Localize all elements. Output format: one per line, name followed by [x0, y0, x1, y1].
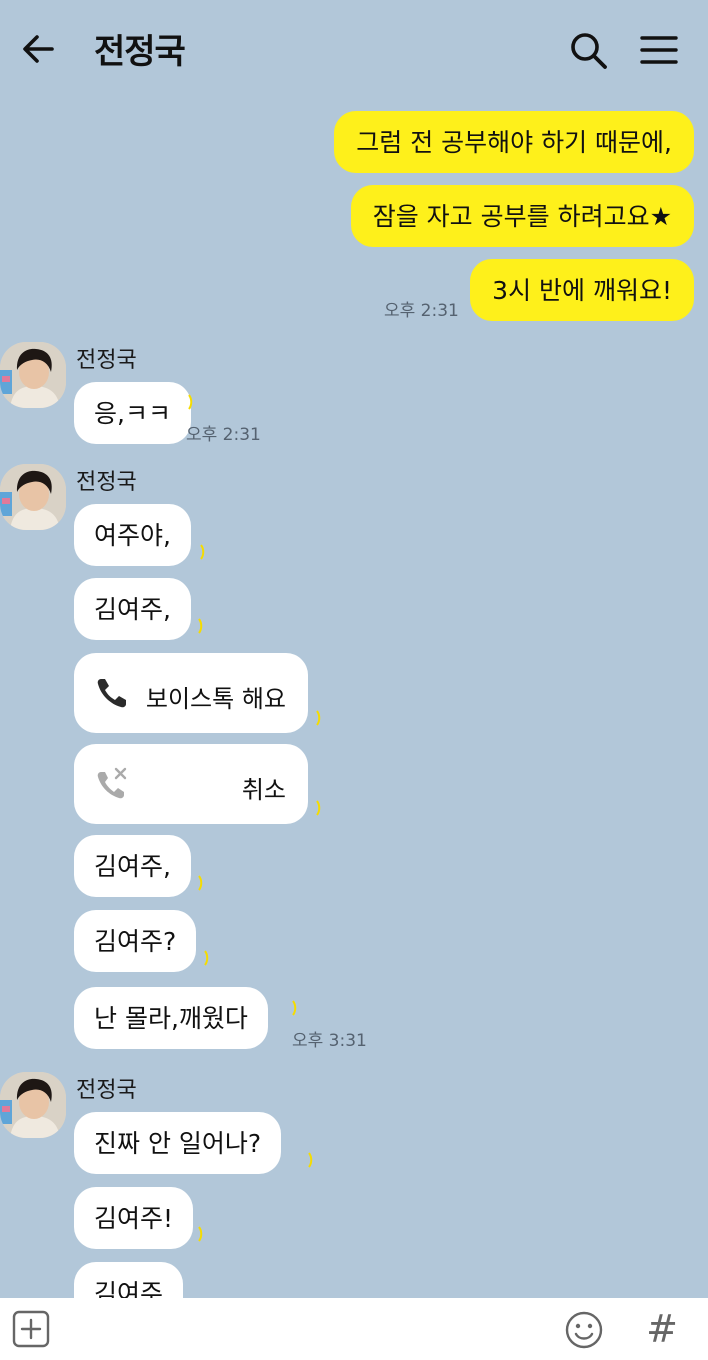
message-text: 여주야, — [94, 520, 171, 550]
chat-header: 전정국 — [0, 0, 708, 100]
avatar[interactable] — [0, 342, 66, 408]
arrow-left-icon — [23, 35, 54, 63]
message-text: 김여주! — [94, 1203, 174, 1233]
sender-name: 전정국 — [76, 1078, 137, 1103]
message-bubble[interactable]: 진짜 안 일어나? — [74, 1112, 282, 1174]
message-bubble[interactable]: 김여주, — [74, 578, 191, 640]
read-indicator-icon — [292, 1000, 297, 1016]
read-indicator-icon — [198, 618, 203, 634]
cancelled-call-bubble[interactable]: 취소 — [74, 744, 308, 824]
message-text: 잠을 자고 공부를 하려고요★ — [372, 201, 672, 231]
input-bar: # — [0, 1298, 708, 1360]
menu-button[interactable] — [638, 30, 680, 70]
message-bubble[interactable]: 김여주? — [74, 910, 197, 972]
message-text: 3시 반에 깨워요! — [492, 275, 672, 305]
my-message-bubble[interactable]: 그럼 전 공부해야 하기 때문에, — [334, 111, 694, 173]
message-bubble[interactable]: 응,ㅋㅋ — [74, 382, 191, 444]
avatar[interactable] — [0, 464, 66, 530]
plus-square-icon — [12, 1310, 50, 1348]
my-message-bubble[interactable]: 잠을 자고 공부를 하려고요★ — [350, 185, 694, 247]
read-indicator-icon — [316, 710, 321, 726]
read-indicator-icon — [200, 544, 205, 560]
attach-button[interactable] — [12, 1310, 50, 1348]
call-label: 보이스톡 해요 — [145, 685, 286, 713]
message-time: 오후 2:31 — [186, 425, 261, 445]
message-text: 김여주, — [94, 851, 171, 881]
message-bubble[interactable]: 김여주! — [74, 1187, 194, 1249]
message-time: 오후 2:31 — [384, 301, 459, 321]
message-text: 김여주 — [94, 1278, 164, 1299]
my-message-bubble[interactable]: 3시 반에 깨워요! — [470, 259, 694, 321]
read-indicator-icon — [316, 800, 321, 816]
message-bubble[interactable]: 여주야, — [74, 504, 191, 566]
emoji-button[interactable] — [564, 1310, 604, 1350]
profile-photo — [0, 464, 66, 530]
message-time: 오후 3:31 — [292, 1031, 367, 1051]
phone-cancelled-icon — [97, 767, 127, 799]
avatar[interactable] — [0, 1072, 66, 1138]
message-text: 진짜 안 일어나? — [94, 1128, 262, 1158]
read-indicator-icon — [198, 875, 203, 891]
message-list[interactable]: 그럼 전 공부해야 하기 때문에, 잠을 자고 공부를 하려고요★ 3시 반에 … — [0, 100, 708, 1298]
search-icon — [571, 33, 607, 69]
search-button[interactable] — [566, 28, 610, 72]
profile-photo — [0, 342, 66, 408]
message-text: 그럼 전 공부해야 하기 때문에, — [356, 127, 672, 157]
read-indicator-icon — [204, 950, 209, 966]
sender-name: 전정국 — [76, 348, 137, 373]
chat-title: 전정국 — [94, 32, 186, 72]
message-text: 응,ㅋㅋ — [94, 398, 171, 428]
voice-call-bubble[interactable]: 보이스톡 해요 — [74, 653, 308, 733]
read-indicator-icon — [198, 1226, 203, 1242]
message-text: 김여주, — [94, 594, 171, 624]
read-indicator-icon — [188, 394, 193, 410]
smiley-icon — [565, 1311, 603, 1349]
hashtag-search-button[interactable]: # — [642, 1308, 682, 1350]
message-text: 김여주? — [94, 926, 177, 956]
profile-photo — [0, 1072, 66, 1138]
read-indicator-icon — [308, 1152, 313, 1168]
message-bubble[interactable]: 김여주 — [74, 1262, 184, 1299]
hamburger-menu-icon — [640, 36, 678, 64]
sender-name: 전정국 — [76, 470, 137, 495]
phone-icon — [97, 679, 126, 708]
message-text: 난 몰라,깨웠다 — [94, 1003, 248, 1033]
message-bubble[interactable]: 김여주, — [74, 835, 191, 897]
back-button[interactable] — [18, 28, 60, 70]
call-label: 취소 — [241, 776, 286, 804]
message-bubble[interactable]: 난 몰라,깨웠다 — [74, 987, 268, 1049]
